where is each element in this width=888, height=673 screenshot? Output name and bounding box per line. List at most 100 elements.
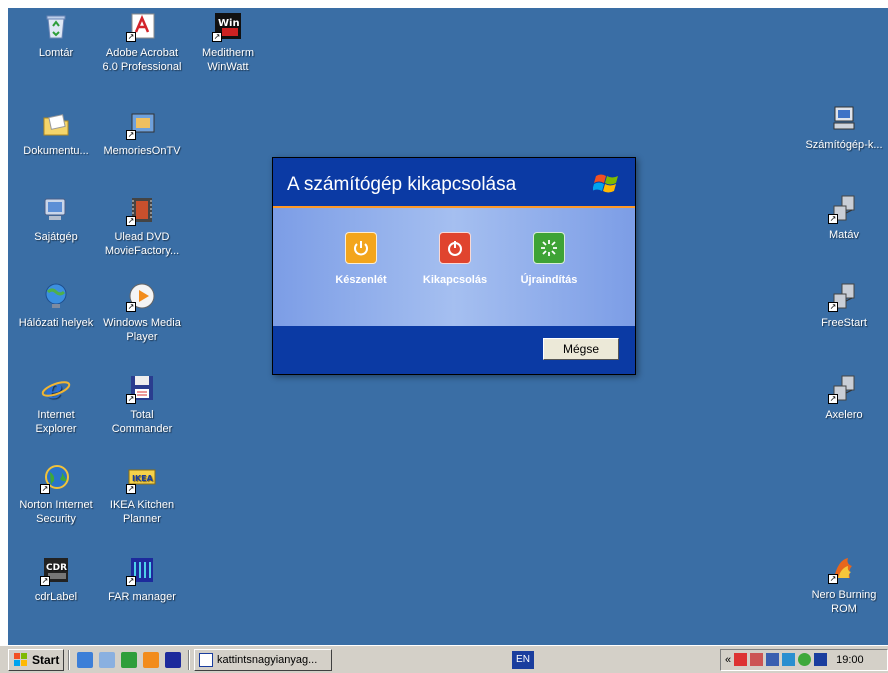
- cdr-icon: CDR ↗: [40, 554, 72, 586]
- nero-icon: ↗: [828, 552, 860, 584]
- shutdown-label: Kikapcsolás: [422, 274, 488, 286]
- desktop: Lomtár Dokumentu... Sajátgép Hálózati he…: [8, 8, 888, 645]
- desktop-icon-label: Lomtár: [38, 47, 74, 59]
- restart-label: Újraindítás: [520, 274, 578, 286]
- desktop-icon-norton[interactable]: ↗ Norton Internet Security: [10, 462, 102, 526]
- dialup-icon: ↗: [828, 280, 860, 312]
- shortcut-arrow-icon: ↗: [828, 302, 838, 312]
- media-player-icon: ↗: [126, 280, 158, 312]
- desktop-icon-label: FreeStart: [821, 317, 867, 329]
- desktop-icon-meditherm[interactable]: Win ↗ Meditherm WinWatt: [182, 10, 274, 74]
- recycle-bin-icon: [40, 10, 72, 42]
- shortcut-arrow-icon: ↗: [126, 394, 136, 404]
- desktop-icon-ikea[interactable]: IKEA ↗ IKEA Kitchen Planner: [96, 462, 188, 526]
- shortcut-arrow-icon: ↗: [828, 214, 838, 224]
- dialup-icon: ↗: [828, 192, 860, 224]
- taskbar-separator: [68, 649, 70, 670]
- desktop-icon-label: Ulead DVD MovieFactory...: [104, 231, 180, 257]
- quicklaunch-browser-icon[interactable]: [121, 651, 137, 668]
- desktop-icon-label: Számítógép-k...: [805, 139, 883, 151]
- desktop-icon-total-commander[interactable]: ↗ Total Commander: [96, 372, 188, 436]
- clock[interactable]: 19:00: [836, 654, 864, 666]
- desktop-icon-label: IKEA Kitchen Planner: [109, 499, 175, 525]
- restart-icon[interactable]: [533, 232, 565, 264]
- standby-icon[interactable]: [345, 232, 377, 264]
- film-icon: ↗: [126, 194, 158, 226]
- network-icon: [40, 280, 72, 312]
- shutdown-dialog: A számítógép kikapcsolása Készenlét Kika…: [272, 157, 636, 375]
- language-indicator[interactable]: EN: [512, 650, 534, 669]
- winwatt-icon: Win ↗: [212, 10, 244, 42]
- desktop-icon-label: Total Commander: [111, 409, 173, 435]
- desktop-icon-axelero[interactable]: ↗ Axelero: [798, 372, 888, 422]
- dialog-body: Készenlét Kikapcsolás Újraindítás: [273, 208, 635, 326]
- taskbar-window-label: kattintsnagyianyag...: [217, 653, 318, 666]
- desktop-icon-matav[interactable]: ↗ Matáv: [798, 192, 888, 242]
- shortcut-arrow-icon: ↗: [126, 576, 136, 586]
- start-button[interactable]: Start: [8, 648, 64, 671]
- cancel-button[interactable]: Mégse: [543, 338, 619, 360]
- desktop-icon-label: Dokumentu...: [23, 145, 89, 157]
- tray-network-icon[interactable]: [782, 653, 796, 666]
- tray-expand-chevron-icon[interactable]: «: [725, 654, 731, 666]
- desktop-icon-label: MemoriesOnTV: [103, 145, 181, 157]
- shutdown-option[interactable]: Kikapcsolás: [407, 232, 503, 286]
- quicklaunch-media-icon[interactable]: [143, 651, 159, 668]
- computer-icon: [40, 194, 72, 226]
- standby-option[interactable]: Készenlét: [313, 232, 409, 286]
- shortcut-arrow-icon: ↗: [212, 32, 222, 42]
- standby-label: Készenlét: [335, 274, 387, 286]
- desktop-icon-label: Adobe Acrobat 6.0 Professional: [102, 47, 182, 73]
- pc-icon: [828, 102, 860, 134]
- desktop-icon-documents[interactable]: Dokumentu...: [10, 108, 102, 158]
- desktop-icon-ulead-dvd[interactable]: ↗ Ulead DVD MovieFactory...: [96, 194, 188, 258]
- shortcut-arrow-icon: ↗: [126, 216, 136, 226]
- shortcut-arrow-icon: ↗: [828, 394, 838, 404]
- tray-app-icon[interactable]: [734, 653, 748, 666]
- tray-security-icon[interactable]: [766, 653, 780, 666]
- shortcut-arrow-icon: ↗: [126, 130, 136, 140]
- document-icon: [199, 652, 213, 667]
- shortcut-arrow-icon: ↗: [126, 484, 136, 494]
- quicklaunch-ie-icon[interactable]: [77, 651, 93, 668]
- quicklaunch-desktop-icon[interactable]: [99, 651, 115, 668]
- shortcut-arrow-icon: ↗: [828, 574, 838, 584]
- desktop-icon-far-manager[interactable]: ↗ FAR manager: [96, 554, 188, 604]
- windows-logo-icon: [14, 652, 27, 666]
- dialup-icon: ↗: [828, 372, 860, 404]
- desktop-icon-recycle-bin[interactable]: Lomtár: [10, 10, 102, 60]
- desktop-icon-windows-media-player[interactable]: ↗ Windows Media Player: [96, 280, 188, 344]
- dialog-footer: Mégse: [273, 326, 635, 374]
- memoriesontv-icon: ↗: [126, 108, 158, 140]
- desktop-icon-label: Matáv: [829, 229, 859, 241]
- power-icon[interactable]: [439, 232, 471, 264]
- tray-monitor-icon[interactable]: [814, 653, 828, 666]
- restart-option[interactable]: Újraindítás: [501, 232, 597, 286]
- desktop-icon-szamitogep[interactable]: Számítógép-k...: [798, 102, 888, 152]
- svg-text:IKEA: IKEA: [132, 474, 154, 483]
- desktop-icon-label: FAR manager: [108, 591, 176, 603]
- system-tray: « 19:00: [720, 648, 888, 671]
- desktop-icon-label: Nero Burning ROM: [811, 589, 877, 615]
- shortcut-arrow-icon: ↗: [126, 302, 136, 312]
- desktop-icon-memoriesontv[interactable]: ↗ MemoriesOnTV: [96, 108, 188, 158]
- dialog-title: A számítógép kikapcsolása: [287, 174, 517, 195]
- folder-icon: [40, 108, 72, 140]
- tray-globe-icon[interactable]: [798, 653, 812, 666]
- tray-app-icon[interactable]: [750, 653, 764, 666]
- desktop-icon-network-places[interactable]: Hálózati helyek: [10, 280, 102, 330]
- desktop-icon-label: Axelero: [825, 409, 863, 421]
- quicklaunch-window-icon[interactable]: [165, 651, 181, 668]
- taskbar-window-button[interactable]: kattintsnagyianyag...: [194, 648, 332, 671]
- desktop-icon-cdrlabel[interactable]: CDR ↗ cdrLabel: [10, 554, 102, 604]
- desktop-icon-label: Windows Media Player: [103, 317, 181, 343]
- desktop-icon-label: Hálózati helyek: [18, 317, 94, 329]
- far-icon: ↗: [126, 554, 158, 586]
- svg-text:Win: Win: [218, 18, 240, 29]
- desktop-icon-freestart[interactable]: ↗ FreeStart: [798, 280, 888, 330]
- desktop-icon-adobe-acrobat[interactable]: ↗ Adobe Acrobat 6.0 Professional: [96, 10, 188, 74]
- desktop-icon-nero[interactable]: ↗ Nero Burning ROM: [798, 552, 888, 616]
- desktop-icon-my-computer[interactable]: Sajátgép: [10, 194, 102, 244]
- desktop-icon-internet-explorer[interactable]: e Internet Explorer: [10, 372, 102, 436]
- dialog-header: A számítógép kikapcsolása: [273, 158, 635, 208]
